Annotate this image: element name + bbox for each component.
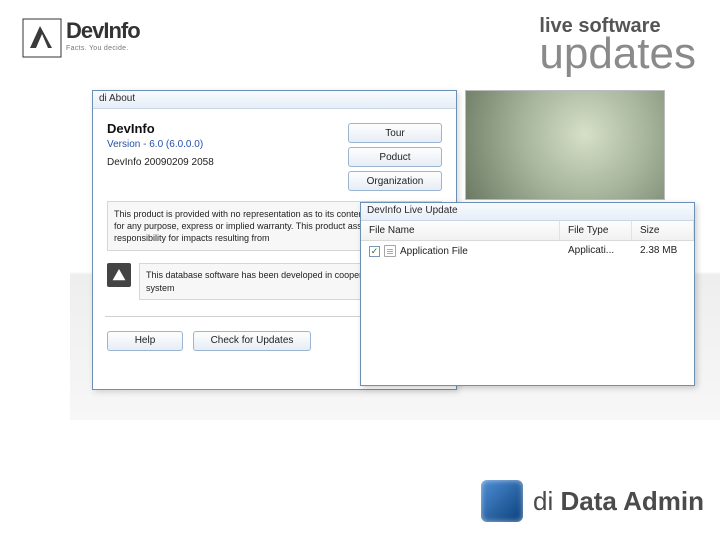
footer-text: di Data Admin [533, 486, 704, 517]
devinfo-logo-icon [22, 18, 62, 58]
title-big: updates [539, 32, 696, 76]
row-checkbox[interactable]: ✓ [369, 246, 380, 257]
database-icon [107, 263, 131, 287]
about-product-name: DevInfo [107, 121, 214, 136]
footer-app-icon [481, 480, 523, 522]
check-updates-button[interactable]: Check for Updates [193, 331, 311, 351]
tour-button[interactable]: Tour [348, 123, 442, 143]
col-file-name[interactable]: File Name [361, 221, 560, 240]
product-button[interactable]: Poduct [348, 147, 442, 167]
background-thumbnail [465, 90, 665, 200]
row-file-name: Application File [400, 246, 468, 257]
footer: di Data Admin [481, 480, 704, 522]
update-list-row[interactable]: ✓ Application File Applicati... 2.38 MB [361, 241, 694, 261]
footer-rest: Data Admin [553, 486, 704, 516]
help-button[interactable]: Help [107, 331, 183, 351]
stage-area: di About DevInfo Version - 6.0 (6.0.0.0)… [70, 90, 720, 420]
row-file-size: 2.38 MB [632, 244, 694, 258]
page-title: live software updates [539, 16, 696, 76]
update-list-header: File Name File Type Size [361, 221, 694, 241]
file-icon [384, 245, 396, 257]
col-file-type[interactable]: File Type [560, 221, 632, 240]
brand-tagline: Facts. You decide. [66, 45, 140, 52]
live-update-window: DevInfo Live Update File Name File Type … [360, 202, 695, 386]
organization-button[interactable]: Organization [348, 171, 442, 191]
col-size[interactable]: Size [632, 221, 694, 240]
about-titlebar[interactable]: di About [93, 91, 456, 109]
update-titlebar[interactable]: DevInfo Live Update [361, 203, 694, 221]
footer-di: di [533, 486, 553, 516]
about-build: DevInfo 20090209 2058 [107, 157, 214, 168]
row-file-type: Applicati... [560, 244, 632, 258]
brand-header: DevInfo Facts. You decide. [22, 18, 140, 58]
about-version: Version - 6.0 (6.0.0.0) [107, 139, 214, 150]
brand-name: DevInfo [66, 18, 140, 44]
